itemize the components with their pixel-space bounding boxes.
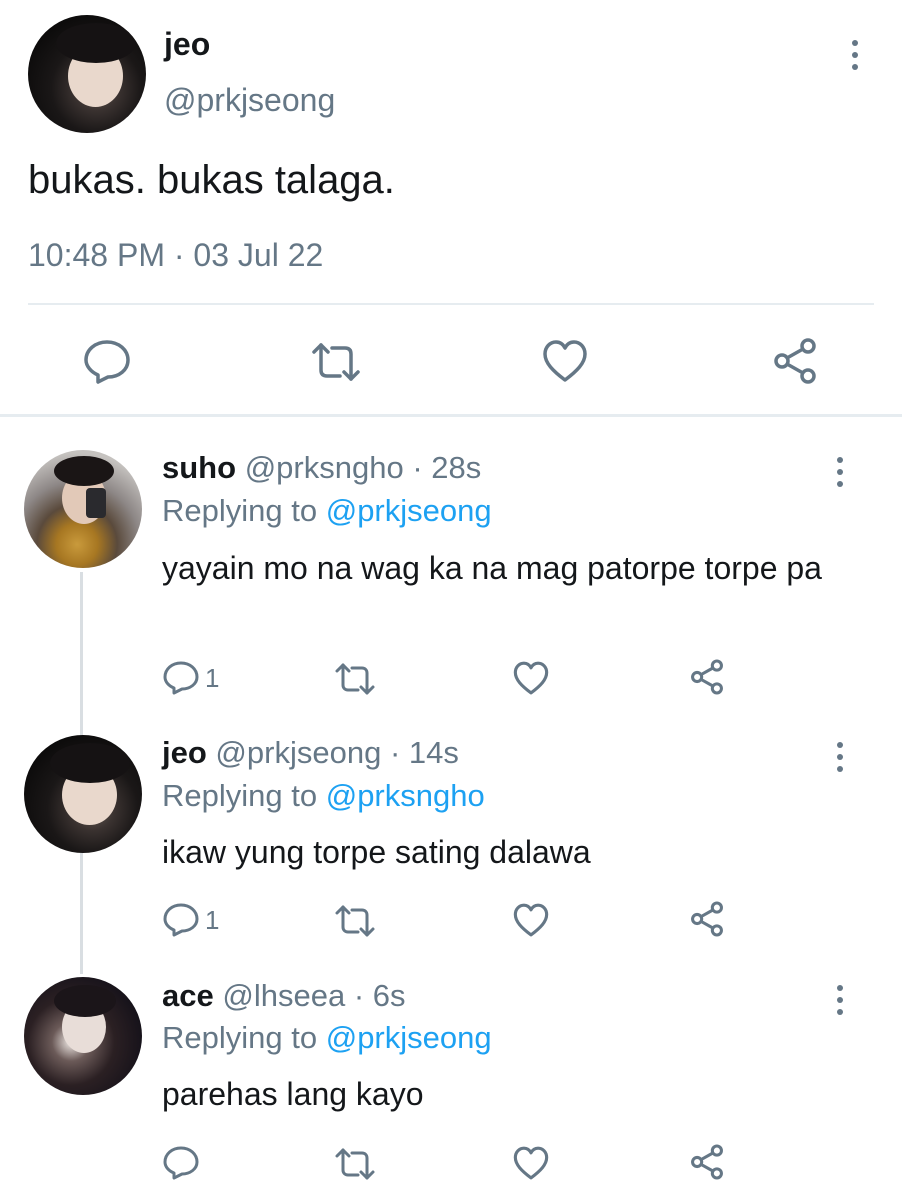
replying-prefix: Replying to: [162, 778, 318, 813]
reply-text: ikaw yung torpe sating dalawa: [162, 834, 591, 870]
author-name[interactable]: ace: [162, 978, 214, 1013]
reply-count: 1: [205, 905, 220, 935]
mention-link[interactable]: @prkjseong: [326, 493, 492, 528]
mention-link[interactable]: @prkjseong: [326, 1020, 492, 1055]
like-icon[interactable]: [512, 902, 550, 938]
tweet-text: bukas. bukas talaga.: [28, 158, 395, 202]
author-handle[interactable]: @prkjseong: [215, 735, 381, 770]
retweet-icon[interactable]: [310, 340, 362, 384]
share-icon[interactable]: [688, 658, 726, 696]
retweet-icon[interactable]: [334, 904, 376, 938]
author-handle[interactable]: @prkjseong: [164, 82, 335, 119]
reply-text: parehas lang kayo: [162, 1076, 424, 1112]
retweet-icon[interactable]: [334, 662, 376, 696]
share-icon[interactable]: [770, 336, 820, 386]
reply-time: · 28s: [412, 450, 482, 485]
reply-icon[interactable]: [162, 902, 200, 938]
reply-header: jeo @prkjseong · 14s: [162, 735, 459, 771]
author-handle[interactable]: @lhseea: [222, 978, 345, 1013]
like-icon[interactable]: [541, 338, 589, 384]
tweet-timestamp[interactable]: 10:48 PM · 03 Jul 22: [28, 237, 323, 274]
share-icon[interactable]: [688, 1143, 726, 1181]
more-options-icon[interactable]: [845, 40, 865, 70]
reply-count: 1: [205, 663, 220, 693]
more-options-icon[interactable]: [830, 985, 850, 1015]
author-handle[interactable]: @prksngho: [245, 450, 404, 485]
replying-to: Replying to @prkjseong: [162, 493, 492, 529]
retweet-icon[interactable]: [334, 1147, 376, 1181]
author-name[interactable]: suho: [162, 450, 236, 485]
section-divider: [0, 414, 902, 417]
avatar[interactable]: [24, 450, 142, 568]
reply-icon[interactable]: [82, 338, 132, 386]
avatar[interactable]: [24, 977, 142, 1095]
reply-time: · 14s: [389, 735, 459, 770]
avatar[interactable]: [28, 15, 146, 133]
more-options-icon[interactable]: [830, 457, 850, 487]
reply-text: yayain mo na wag ka na mag patorpe torpe…: [162, 550, 822, 586]
divider: [28, 303, 874, 305]
author-name[interactable]: jeo: [164, 26, 210, 63]
author-name[interactable]: jeo: [162, 735, 207, 770]
like-icon[interactable]: [512, 660, 550, 696]
replying-prefix: Replying to: [162, 493, 318, 528]
more-options-icon[interactable]: [830, 742, 850, 772]
reply-icon[interactable]: [162, 660, 200, 696]
reply-header: suho @prksngho · 28s: [162, 450, 481, 486]
reply-header: ace @lhseea · 6s: [162, 978, 406, 1014]
avatar[interactable]: [24, 735, 142, 853]
reply-time: · 6s: [353, 978, 406, 1013]
like-icon[interactable]: [512, 1145, 550, 1181]
reply-icon[interactable]: [162, 1145, 200, 1181]
replying-to: Replying to @prkjseong: [162, 1020, 492, 1056]
replying-to: Replying to @prksngho: [162, 778, 485, 814]
replying-prefix: Replying to: [162, 1020, 318, 1055]
share-icon[interactable]: [688, 900, 726, 938]
mention-link[interactable]: @prksngho: [326, 778, 485, 813]
